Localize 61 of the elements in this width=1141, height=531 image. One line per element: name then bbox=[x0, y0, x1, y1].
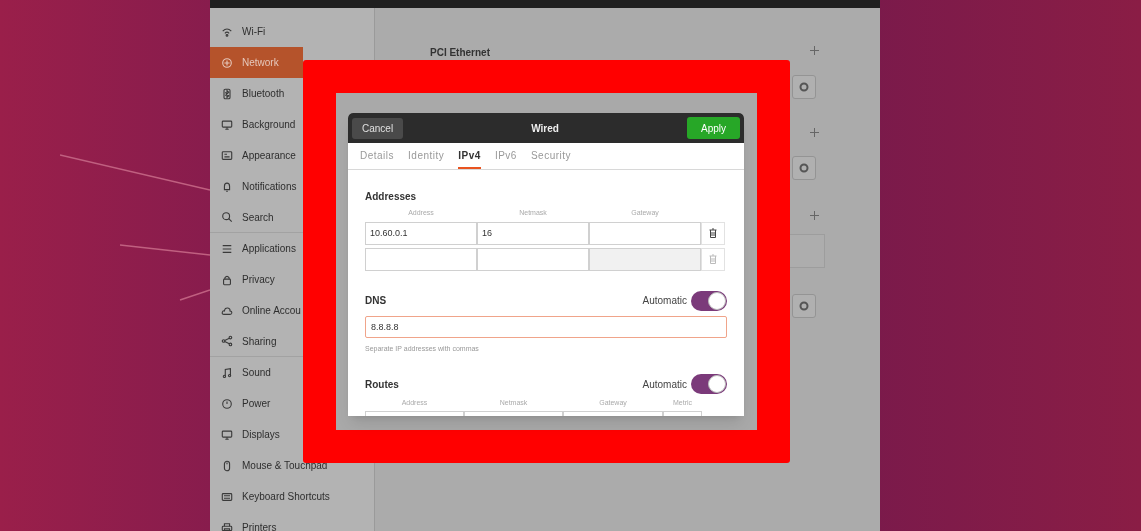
section-heading: Routes bbox=[365, 377, 399, 392]
bell-icon bbox=[221, 180, 233, 193]
settings-button[interactable] bbox=[792, 294, 816, 318]
keyboard-icon bbox=[221, 490, 233, 503]
sidebar-item[interactable]: Sound bbox=[210, 357, 303, 388]
mouse-icon bbox=[221, 459, 233, 472]
plus-icon[interactable] bbox=[810, 211, 819, 220]
gear-icon bbox=[799, 163, 809, 173]
tab[interactable]: IPv4 bbox=[458, 143, 481, 169]
sidebar-item[interactable]: Keyboard Shortcuts bbox=[210, 481, 330, 512]
delete-button[interactable] bbox=[701, 221, 725, 245]
trash-icon bbox=[709, 228, 717, 238]
input-field[interactable] bbox=[365, 247, 477, 271]
wifi-icon bbox=[221, 25, 233, 38]
sidebar-item[interactable]: Privacy bbox=[210, 264, 303, 295]
plus-icon[interactable] bbox=[810, 46, 819, 55]
section-title: PCI Ethernet bbox=[430, 46, 490, 60]
dns-input-field[interactable]: 8.8.8.8 bbox=[365, 315, 727, 338]
globe-icon bbox=[221, 56, 233, 69]
settings-button[interactable] bbox=[792, 156, 816, 180]
search-icon bbox=[221, 211, 233, 223]
gear-icon bbox=[799, 301, 809, 311]
sidebar-item[interactable]: Online Accou bbox=[210, 295, 303, 326]
input-field[interactable] bbox=[589, 221, 701, 245]
monitor-icon bbox=[221, 428, 233, 441]
window-icon bbox=[221, 149, 233, 162]
settings-button[interactable] bbox=[792, 75, 816, 99]
list-icon bbox=[221, 242, 233, 255]
sidebar-item[interactable]: Displays bbox=[210, 419, 303, 450]
sidebar-item[interactable]: Applications bbox=[210, 233, 303, 264]
toggle-label: Automatic bbox=[642, 294, 687, 308]
lock-icon bbox=[221, 273, 233, 286]
share-icon bbox=[221, 335, 233, 347]
dialog-title: Wired bbox=[531, 121, 559, 136]
input-field[interactable]: 16 bbox=[477, 221, 589, 245]
toggle-switch[interactable] bbox=[691, 374, 727, 394]
monitor-icon bbox=[221, 118, 233, 131]
power-icon bbox=[221, 397, 233, 410]
cancel-button[interactable]: Cancel bbox=[352, 117, 404, 139]
sidebar-item[interactable]: Bluetooth bbox=[210, 78, 303, 109]
sidebar-item[interactable]: Background bbox=[210, 109, 303, 140]
cloud-icon bbox=[221, 304, 233, 317]
toggle-switch[interactable] bbox=[691, 290, 727, 311]
printer-icon bbox=[221, 521, 233, 531]
sidebar-item[interactable]: Power bbox=[210, 388, 303, 419]
toggle-label: Automatic bbox=[642, 377, 687, 392]
sidebar-item[interactable]: Wi-Fi bbox=[210, 16, 303, 47]
sidebar-item[interactable]: Mouse & Touchpad bbox=[210, 450, 328, 481]
section-heading: Addresses bbox=[365, 190, 418, 204]
music-note-icon bbox=[221, 366, 233, 379]
trash-icon bbox=[709, 254, 717, 264]
input-field[interactable] bbox=[589, 247, 701, 271]
plus-icon[interactable] bbox=[810, 128, 819, 137]
sidebar-item[interactable]: Appearance bbox=[210, 140, 303, 171]
input-field[interactable] bbox=[477, 247, 589, 271]
sidebar-item[interactable]: Printers bbox=[210, 512, 303, 531]
sidebar-item[interactable]: Notifications bbox=[210, 171, 303, 202]
section-heading: DNS bbox=[365, 294, 387, 308]
input-field[interactable]: 10.60.0.1 bbox=[365, 221, 477, 245]
gear-icon bbox=[799, 82, 809, 92]
bluetooth-icon bbox=[221, 87, 233, 100]
